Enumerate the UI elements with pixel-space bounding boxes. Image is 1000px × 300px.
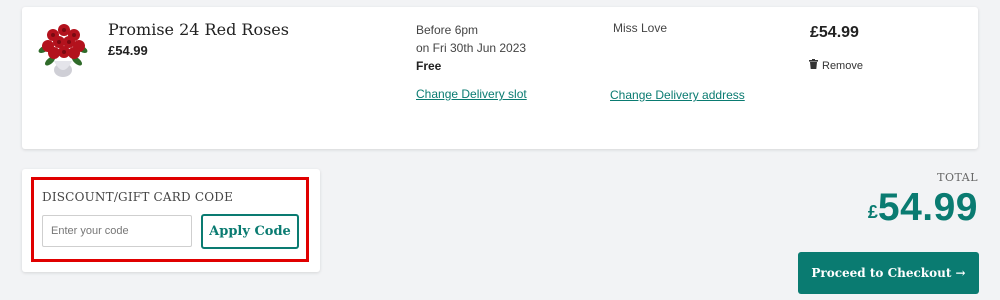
product-price: £54.99	[108, 43, 148, 58]
discount-title: DISCOUNT/GIFT CARD CODE	[42, 190, 234, 204]
remove-label: Remove	[822, 59, 863, 72]
change-delivery-address-link[interactable]: Change Delivery address	[610, 88, 745, 102]
delivery-cost: Free	[416, 59, 442, 73]
proceed-to-checkout-button[interactable]: Proceed to Checkout →	[798, 252, 979, 294]
total-label: TOTAL	[937, 171, 978, 184]
discount-card: DISCOUNT/GIFT CARD CODE Apply Code	[22, 169, 320, 272]
total-currency: £	[867, 202, 878, 222]
cart-item-card: Promise 24 Red Roses £54.99 Before 6pm o…	[22, 7, 978, 149]
total-value: 54.99	[877, 186, 978, 229]
product-name[interactable]: Promise 24 Red Roses	[108, 20, 289, 39]
delivery-date: on Fri 30th Jun 2023	[416, 41, 527, 55]
apply-code-button[interactable]: Apply Code	[201, 214, 299, 249]
total-amount: £54.99	[868, 186, 978, 230]
change-delivery-slot-link[interactable]: Change Delivery slot	[416, 87, 527, 101]
product-image[interactable]	[36, 21, 90, 79]
delivery-info: Before 6pm on Fri 30th Jun 2023 Free	[416, 21, 526, 75]
recipient-name: Miss Love	[613, 21, 668, 35]
trash-icon	[809, 59, 818, 72]
remove-button[interactable]: Remove	[809, 59, 863, 72]
discount-code-input[interactable]	[42, 215, 192, 247]
line-total: £54.99	[810, 24, 859, 41]
delivery-time: Before 6pm	[416, 23, 479, 37]
